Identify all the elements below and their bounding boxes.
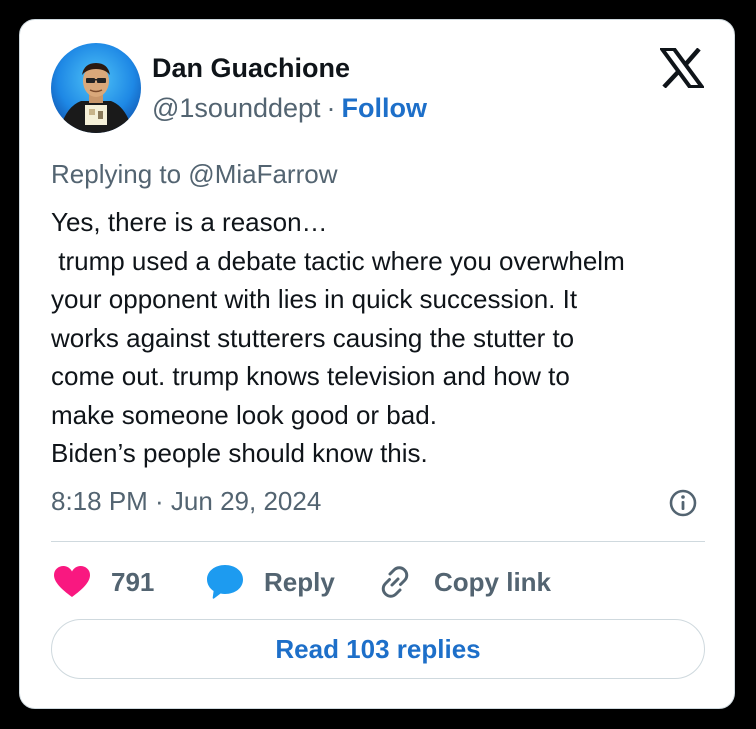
follow-button[interactable]: Follow <box>342 93 427 123</box>
reply-button[interactable]: Reply <box>206 560 335 604</box>
likes-count: 791 <box>111 566 155 597</box>
speech-bubble-icon <box>206 564 244 600</box>
avatar[interactable] <box>51 43 141 133</box>
copy-link-button[interactable]: Copy link <box>376 560 551 604</box>
author-name[interactable]: Dan Guachione <box>152 52 350 84</box>
x-logo-icon[interactable] <box>658 47 706 89</box>
heart-icon <box>53 565 91 599</box>
tweet-timestamp[interactable]: 8:18 PM · Jun 29, 2024 <box>51 485 321 517</box>
handle-separator: · <box>326 93 336 123</box>
tweet-line: Biden’s people should know this. <box>51 438 428 468</box>
tweet-line: come out. trump knows television and how… <box>51 361 570 391</box>
tweet-body: Yes, there is a reason… trump used a deb… <box>51 203 711 473</box>
like-button[interactable]: 791 <box>53 560 154 604</box>
author-handle[interactable]: @1sounddept <box>152 93 321 123</box>
tweet-card: Dan Guachione @1sounddept · Follow Replyin… <box>19 19 735 709</box>
copy-link-label: Copy link <box>434 566 552 597</box>
tweet-line: your opponent with lies in quick success… <box>51 284 578 314</box>
author-handle-line: @1sounddept · Follow <box>152 92 427 124</box>
info-icon[interactable] <box>668 488 698 518</box>
avatar-photo <box>51 43 141 133</box>
link-icon <box>376 563 414 601</box>
tweet-line: trump used a debate tactic where you ove… <box>51 245 625 276</box>
tweet-line: make someone look good or bad. <box>51 399 437 430</box>
divider <box>51 541 705 542</box>
tweet-line: works against stutterers causing the stu… <box>51 322 575 353</box>
tweet-line: Yes, there is a reason… <box>51 207 328 237</box>
reply-label: Reply <box>264 566 335 597</box>
replying-to[interactable]: Replying to @MiaFarrow <box>51 158 337 190</box>
read-replies-button[interactable]: Read 103 replies <box>51 619 705 679</box>
